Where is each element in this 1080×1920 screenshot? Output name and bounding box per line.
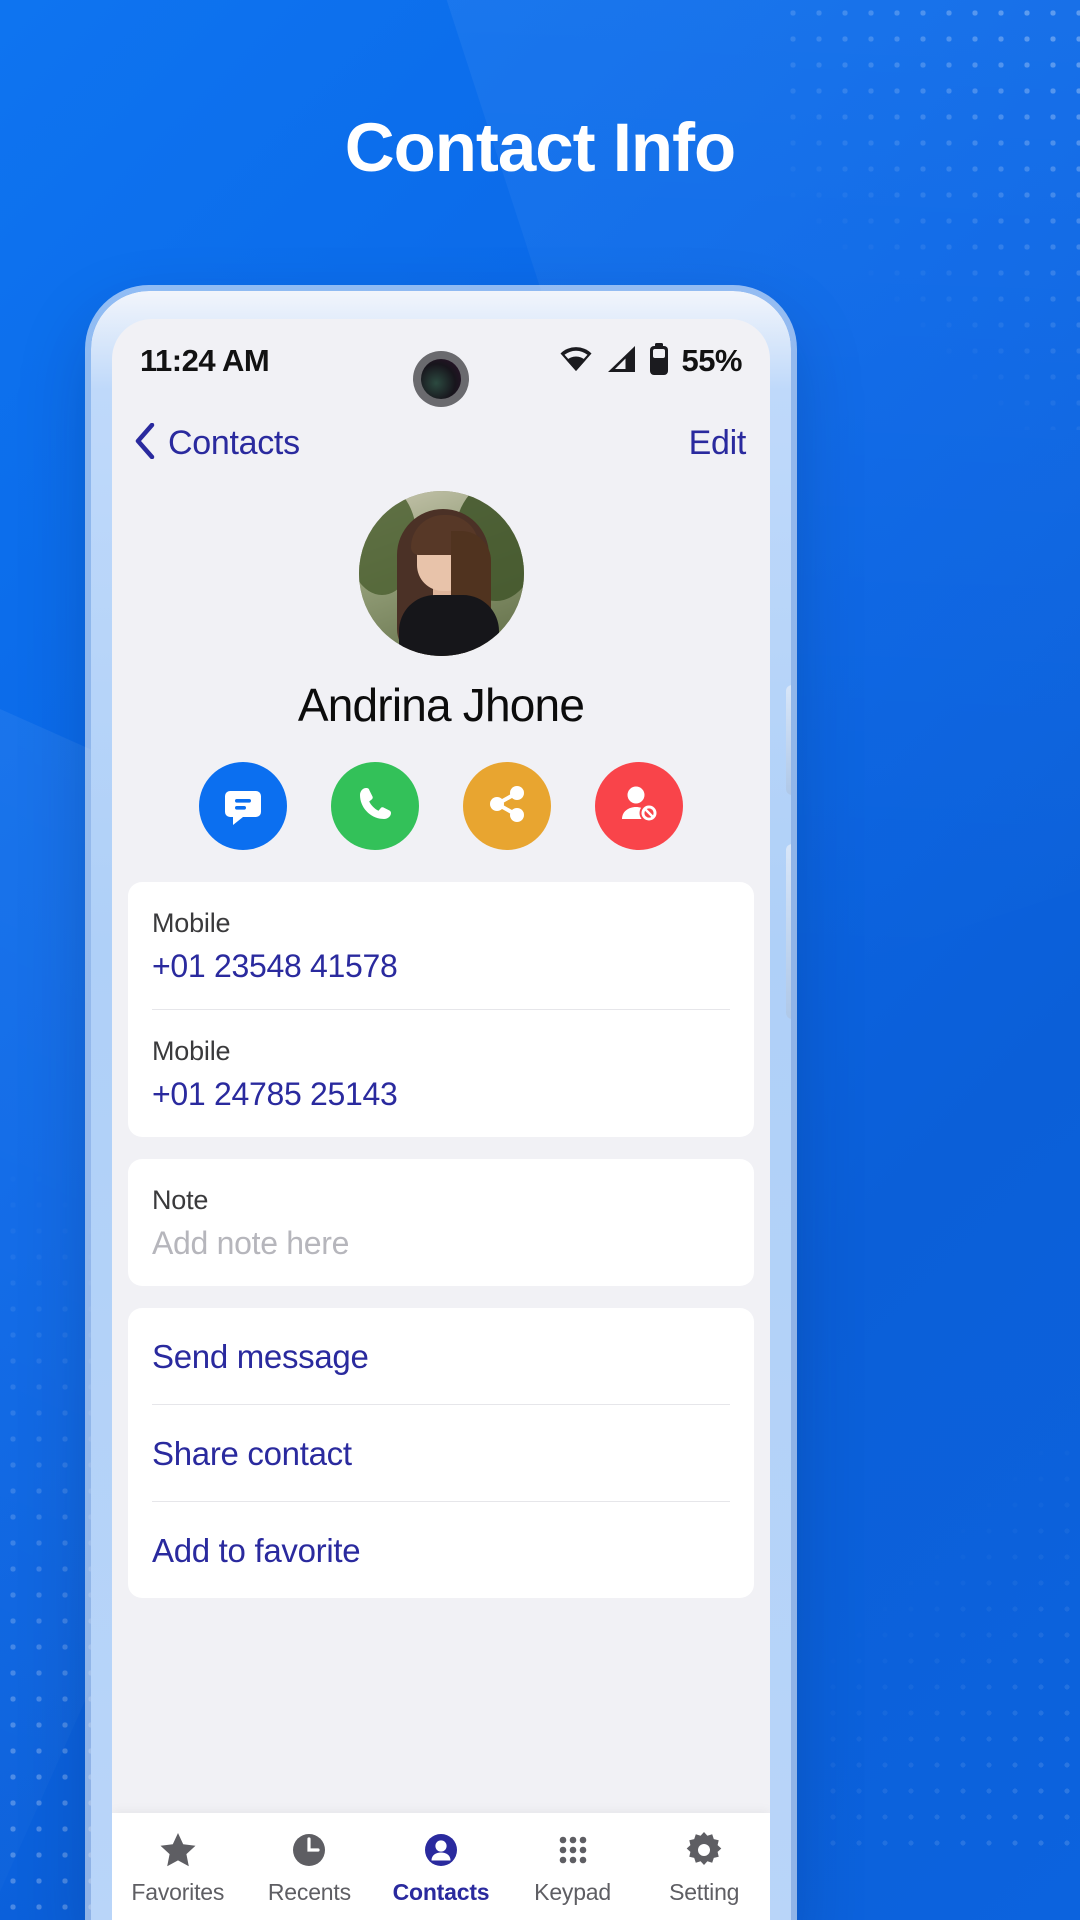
call-button[interactable] [331,762,419,850]
share-button[interactable] [463,762,551,850]
add-to-favorite-row[interactable]: Add to favorite [152,1502,730,1598]
message-icon [220,781,266,832]
block-user-icon [616,781,662,832]
tab-setting-label: Setting [669,1879,740,1905]
note-input[interactable]: Add note here [152,1225,730,1262]
battery-icon [648,342,670,380]
back-button[interactable]: Contacts [134,422,300,464]
tab-contacts-label: Contacts [392,1879,490,1905]
star-icon [119,1827,237,1873]
battery-percent: 55% [681,343,742,378]
tab-recents-label: Recents [267,1879,351,1905]
phone-field-value: +01 24785 25143 [152,1076,398,1112]
volume-button[interactable] [786,685,791,795]
send-message-row[interactable]: Send message [152,1308,730,1405]
note-field[interactable]: Note Add note here [152,1159,730,1286]
phone-field-label: Mobile [152,1036,231,1066]
navigation-bar: Contacts Edit [112,403,770,483]
status-indicators: 55% [558,342,742,380]
phone-icon [353,782,397,831]
tab-setting[interactable]: Setting [645,1827,763,1906]
profile-section: Andrina Jhone [112,483,770,882]
phone-field-label: Mobile [152,908,231,938]
status-time: 11:24 AM [140,343,270,378]
chevron-left-icon [134,422,156,464]
message-button[interactable] [199,762,287,850]
phone-numbers-card: Mobile +01 23548 41578 Mobile +01 24785 … [128,882,754,1137]
tab-recents[interactable]: Recents [250,1827,368,1906]
edit-button[interactable]: Edit [689,424,747,463]
tab-keypad-label: Keypad [534,1879,611,1905]
dot-pattern-bottom-right [820,1440,1080,1860]
avatar[interactable] [358,491,524,656]
share-icon [485,782,529,831]
bottom-tab-bar: Favorites Recents Contacts Keypad Settin… [112,1813,770,1920]
dot-pattern-top-right [780,0,1080,430]
person-icon [382,1827,500,1873]
tab-favorites[interactable]: Favorites [119,1827,237,1906]
gear-icon [645,1827,763,1873]
phone-screen: 11:24 AM 55% Contacts Edit Andrina Jhone… [112,319,770,1920]
power-button[interactable] [786,844,791,1019]
phone-field[interactable]: Mobile +01 24785 25143 [152,1010,730,1137]
phone-field[interactable]: Mobile +01 23548 41578 [152,882,730,1010]
clock-icon [250,1827,368,1873]
keypad-icon [514,1827,632,1873]
phone-field-value: +01 23548 41578 [152,948,398,984]
actions-card: Send message Share contact Add to favori… [128,1308,754,1598]
contact-name: Andrina Jhone [297,679,585,731]
quick-actions [112,762,770,882]
note-label: Note [152,1185,209,1215]
block-button[interactable] [595,762,683,850]
front-camera-icon [413,351,469,407]
tab-contacts[interactable]: Contacts [382,1827,500,1906]
cellular-signal-icon [605,345,637,378]
status-bar: 11:24 AM 55% [112,319,770,407]
tab-keypad[interactable]: Keypad [514,1827,632,1906]
back-button-label: Contacts [168,423,300,462]
tab-favorites-label: Favorites [131,1879,225,1905]
phone-mockup: 11:24 AM 55% Contacts Edit Andrina Jhone… [91,291,791,1920]
details-section: Mobile +01 23548 41578 Mobile +01 24785 … [112,882,770,1598]
wifi-icon [558,345,594,378]
page-title: Contact Info [344,109,736,186]
note-card[interactable]: Note Add note here [128,1159,754,1286]
share-contact-row[interactable]: Share contact [152,1405,730,1502]
